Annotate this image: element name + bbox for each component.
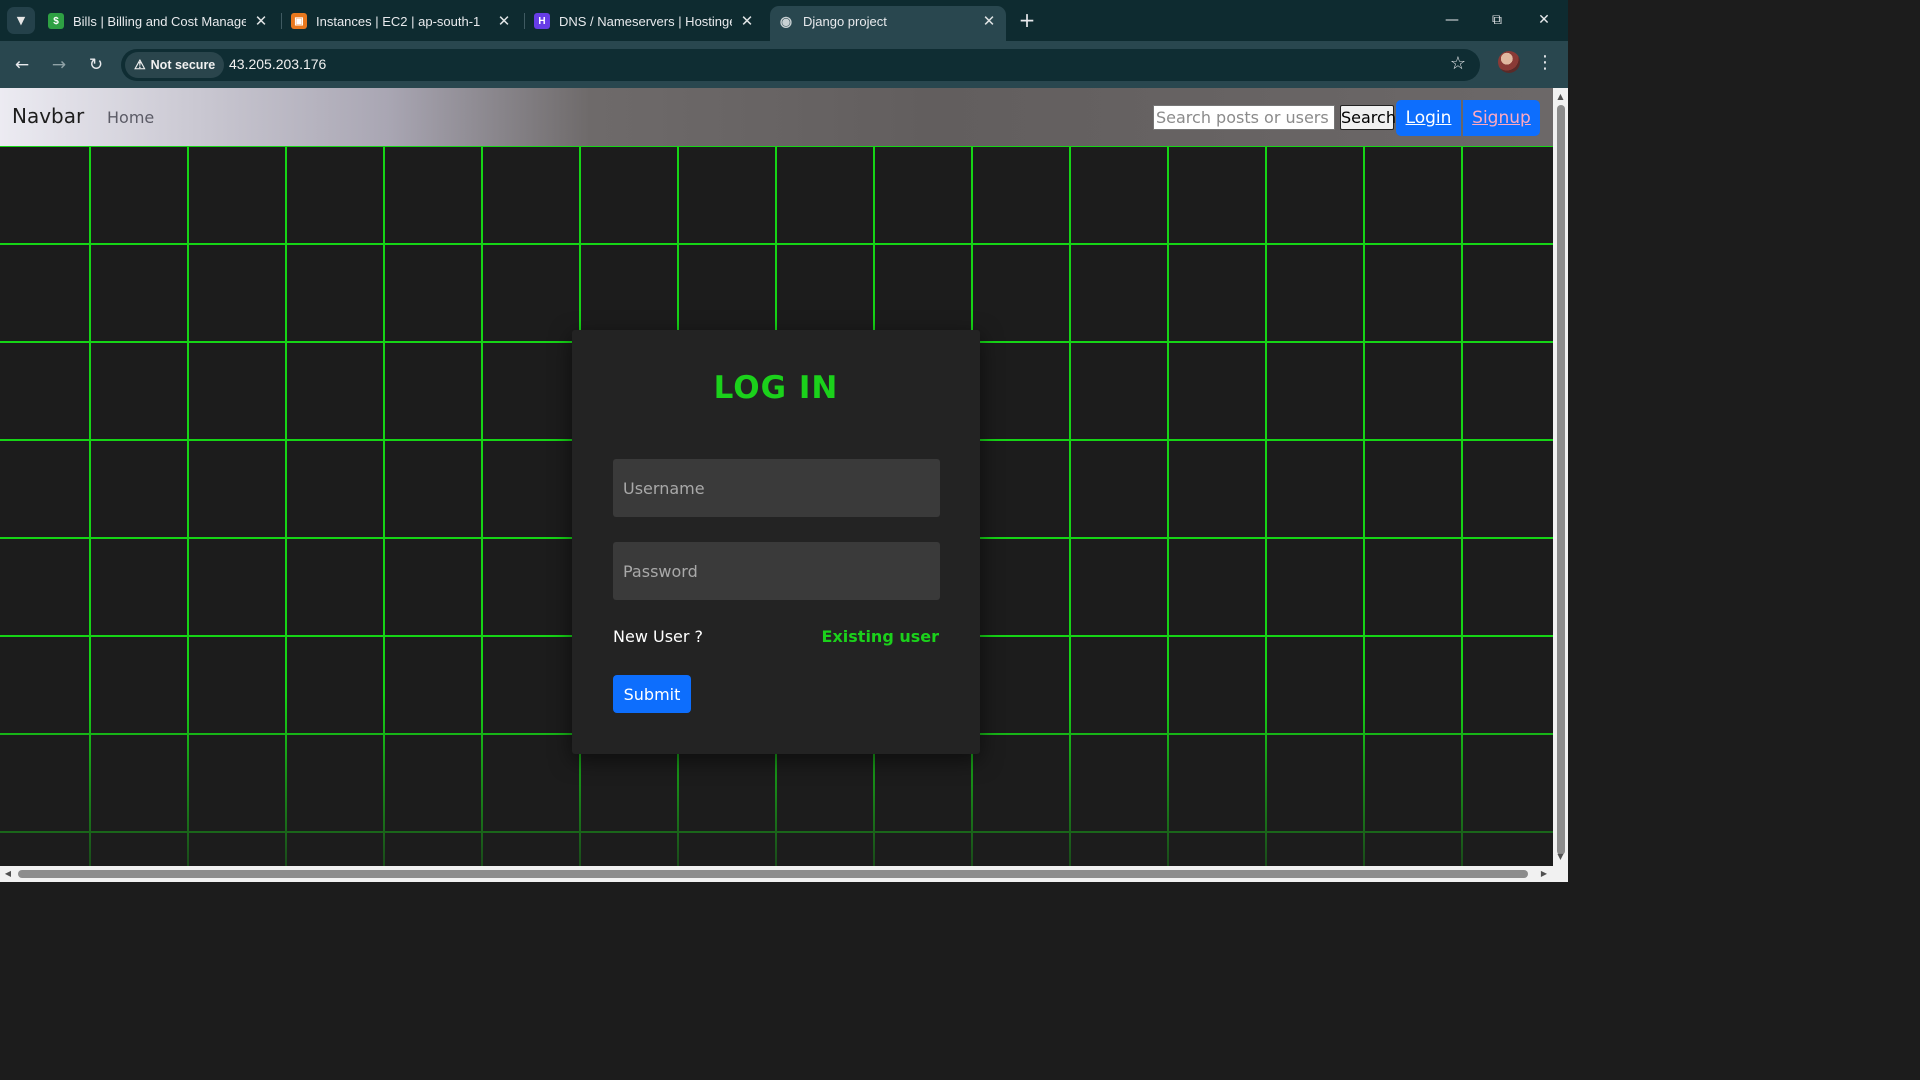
profile-avatar[interactable] bbox=[1498, 51, 1520, 73]
password-field[interactable] bbox=[613, 542, 940, 600]
chevron-down-icon: ▼ bbox=[16, 14, 26, 27]
reload-icon[interactable]: ↻ bbox=[84, 53, 108, 77]
bookmark-star-icon[interactable]: ☆ bbox=[1450, 53, 1466, 74]
hostinger-icon: H bbox=[534, 13, 550, 29]
tab-hostinger-dns[interactable]: H DNS / Nameservers | Hostinger ✕ bbox=[534, 6, 756, 36]
site-security-chip[interactable]: ⚠ Not secure bbox=[125, 52, 225, 78]
nav-link-home[interactable]: Home bbox=[107, 108, 154, 127]
warning-triangle-icon: ⚠ bbox=[134, 57, 146, 72]
restore-icon[interactable]: ⧉ bbox=[1485, 8, 1509, 32]
close-icon[interactable]: ✕ bbox=[252, 12, 270, 30]
close-icon[interactable]: ✕ bbox=[980, 12, 998, 30]
existing-user-link[interactable]: Existing user bbox=[822, 627, 939, 646]
username-field[interactable] bbox=[613, 459, 940, 517]
close-icon[interactable]: ✕ bbox=[738, 12, 756, 30]
login-button[interactable]: Login bbox=[1396, 100, 1461, 136]
minimize-icon[interactable]: — bbox=[1440, 8, 1464, 32]
page-viewport: Navbar Home Search Login Signup LOG IN N… bbox=[0, 88, 1553, 866]
close-window-icon[interactable]: ✕ bbox=[1532, 8, 1556, 32]
browser-toolbar: ← → ↻ ⚠ Not secure 43.205.203.176 ☆ ⋮ bbox=[0, 41, 1568, 88]
scroll-down-icon[interactable]: ▼ bbox=[1553, 850, 1568, 864]
back-arrow-icon[interactable]: ← bbox=[10, 53, 34, 77]
ec2-icon: ▣ bbox=[291, 13, 307, 29]
tab-ec2-instances[interactable]: ▣ Instances | EC2 | ap-south-1 ✕ bbox=[291, 6, 513, 36]
vertical-scroll-thumb[interactable] bbox=[1557, 105, 1565, 855]
kebab-menu-icon[interactable]: ⋮ bbox=[1536, 51, 1554, 75]
submit-button[interactable]: Submit bbox=[613, 675, 691, 713]
new-tab-button[interactable]: + bbox=[1017, 10, 1037, 30]
billing-icon: $ bbox=[48, 13, 64, 29]
tab-search-dropdown[interactable]: ▼ bbox=[7, 7, 35, 34]
scroll-right-icon[interactable]: ▶ bbox=[1536, 866, 1552, 882]
tab-billing[interactable]: $ Bills | Billing and Cost Management ✕ bbox=[48, 6, 270, 36]
globe-icon: ◉ bbox=[779, 12, 793, 29]
scroll-left-icon[interactable]: ◀ bbox=[0, 866, 16, 882]
login-title: LOG IN bbox=[713, 370, 839, 406]
horizontal-scrollbar[interactable]: ◀ ▶ bbox=[0, 866, 1568, 882]
search-input[interactable] bbox=[1153, 105, 1335, 130]
search-button[interactable]: Search bbox=[1340, 105, 1396, 130]
new-user-link[interactable]: New User ? bbox=[613, 627, 703, 646]
forward-arrow-icon[interactable]: → bbox=[47, 53, 71, 77]
address-bar[interactable]: ⚠ Not secure 43.205.203.176 ☆ bbox=[121, 49, 1480, 81]
tab-django-project[interactable]: ◉ Django project ✕ bbox=[770, 6, 1006, 41]
scroll-up-icon[interactable]: ▲ bbox=[1553, 90, 1568, 104]
login-card: LOG IN New User ? Existing user Submit bbox=[572, 330, 980, 754]
horizontal-scroll-thumb[interactable] bbox=[18, 870, 1528, 878]
navbar-brand[interactable]: Navbar bbox=[12, 104, 84, 128]
tab-separator bbox=[281, 13, 282, 29]
signup-button[interactable]: Signup bbox=[1463, 100, 1540, 136]
url-text[interactable]: 43.205.203.176 bbox=[229, 56, 326, 72]
site-navbar: Navbar Home Search Login Signup bbox=[0, 88, 1553, 146]
vertical-scrollbar[interactable]: ▲ ▼ bbox=[1553, 88, 1568, 866]
close-icon[interactable]: ✕ bbox=[495, 12, 513, 30]
tab-strip: ▼ $ Bills | Billing and Cost Management … bbox=[0, 0, 1568, 41]
tab-separator bbox=[524, 13, 525, 29]
